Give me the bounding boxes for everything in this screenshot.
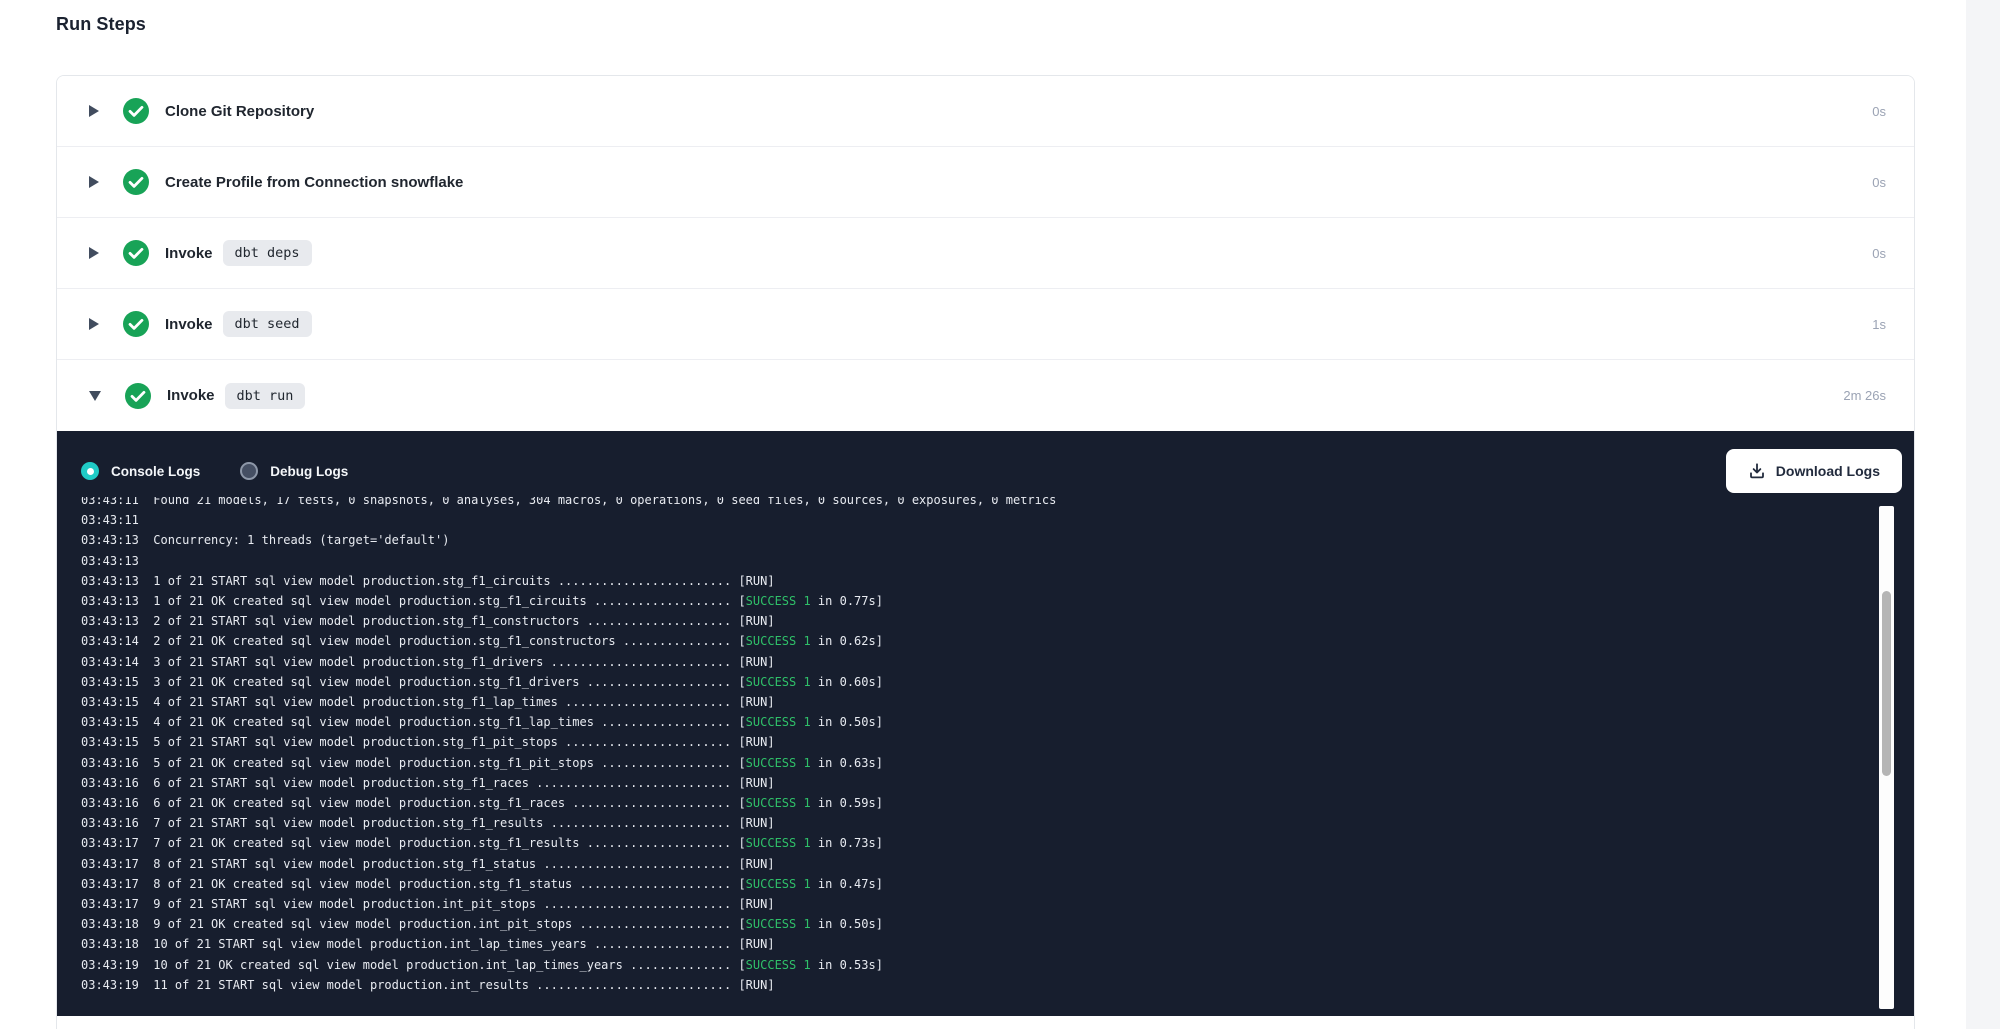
success-status-text: SUCCESS 1 [746,958,811,972]
log-line: 03:43:17 8 of 21 OK created sql view mod… [81,874,1914,894]
step-command-badge: dbt run [225,383,306,409]
step-command-badge: dbt seed [223,311,312,337]
debug-logs-radio[interactable]: Debug Logs [240,462,348,480]
success-status-text: SUCCESS 1 [746,715,811,729]
run-steps-card: Clone Git Repository 0s Create Profile f… [56,75,1915,1029]
radio-unselected-icon[interactable] [240,462,258,480]
log-line: 03:43:13 2 of 21 START sql view model pr… [81,611,1914,631]
success-status-text: SUCCESS 1 [746,675,811,689]
console-logs-label: Console Logs [111,464,200,479]
log-line: 03:43:14 3 of 21 START sql view model pr… [81,652,1914,672]
console-log-viewport[interactable]: 03:43:11 Found 21 models, 17 tests, 0 sn… [57,497,1914,1002]
step-row-invoke-dbt-deps[interactable]: Invoke dbt deps 0s [57,218,1914,289]
step-duration: 2m 26s [1843,388,1886,403]
download-icon [1748,462,1766,480]
chevron-right-icon[interactable] [89,247,99,259]
step-row-clone-git-repository[interactable]: Clone Git Repository 0s [57,76,1914,147]
step-title: Create Profile from Connection snowflake [165,174,463,191]
console-log-lines: 03:43:11 Found 21 models, 17 tests, 0 sn… [57,497,1914,995]
step-row-invoke-dbt-seed[interactable]: Invoke dbt seed 1s [57,289,1914,360]
page-title: Run Steps [56,14,146,35]
log-line: 03:43:13 1 of 21 START sql view model pr… [81,571,1914,591]
run-steps-page: Run Steps Clone Git Repository 0s Create… [0,0,2000,1029]
log-line: 03:43:16 5 of 21 OK created sql view mod… [81,753,1914,773]
success-status-text: SUCCESS 1 [746,836,811,850]
step-row-invoke-dbt-run[interactable]: Invoke dbt run 2m 26s [57,360,1914,431]
log-line: 03:43:19 11 of 21 START sql view model p… [81,975,1914,995]
success-status-text: SUCCESS 1 [746,756,811,770]
log-line: 03:43:15 3 of 21 OK created sql view mod… [81,672,1914,692]
success-check-icon [123,169,149,195]
console-log-panel: Console Logs Debug Logs Download Logs [57,431,1914,1016]
step-command-badge: dbt deps [223,240,312,266]
log-line: 03:43:18 10 of 21 START sql view model p… [81,934,1914,954]
page-right-gutter [1966,0,2000,1029]
log-line: 03:43:16 6 of 21 START sql view model pr… [81,773,1914,793]
log-line: 03:43:14 2 of 21 OK created sql view mod… [81,631,1914,651]
step-title: Clone Git Repository [165,103,314,120]
download-logs-label: Download Logs [1776,463,1880,479]
success-check-icon [123,311,149,337]
success-status-text: SUCCESS 1 [746,877,811,891]
success-status-text: SUCCESS 1 [746,594,811,608]
log-line: 03:43:13 1 of 21 OK created sql view mod… [81,591,1914,611]
log-type-radio-group: Console Logs Debug Logs [81,462,348,480]
download-logs-button[interactable]: Download Logs [1726,449,1902,493]
step-title: Invoke [165,316,213,333]
chevron-right-icon[interactable] [89,105,99,117]
scrollbar-thumb[interactable] [1882,591,1891,776]
log-line: 03:43:19 10 of 21 OK created sql view mo… [81,955,1914,975]
log-line: 03:43:17 7 of 21 OK created sql view mod… [81,833,1914,853]
log-line: 03:43:13 [81,551,1914,571]
debug-logs-label: Debug Logs [270,464,348,479]
log-line: 03:43:15 5 of 21 START sql view model pr… [81,732,1914,752]
log-line: 03:43:17 8 of 21 START sql view model pr… [81,854,1914,874]
log-line: 03:43:18 9 of 21 OK created sql view mod… [81,914,1914,934]
log-line: 03:43:15 4 of 21 START sql view model pr… [81,692,1914,712]
chevron-down-icon[interactable] [89,391,101,401]
success-status-text: SUCCESS 1 [746,917,811,931]
log-line: 03:43:16 6 of 21 OK created sql view mod… [81,793,1914,813]
chevron-right-icon[interactable] [89,318,99,330]
step-duration: 0s [1872,175,1886,190]
console-scrollbar[interactable] [1879,506,1894,1009]
log-line: 03:43:16 7 of 21 START sql view model pr… [81,813,1914,833]
log-line: 03:43:17 9 of 21 START sql view model pr… [81,894,1914,914]
log-line: 03:43:11 Found 21 models, 17 tests, 0 sn… [81,497,1914,510]
console-logs-radio[interactable]: Console Logs [81,462,200,480]
step-row-create-profile[interactable]: Create Profile from Connection snowflake… [57,147,1914,218]
console-header: Console Logs Debug Logs Download Logs [57,431,1914,493]
success-check-icon [123,240,149,266]
radio-selected-icon[interactable] [81,462,99,480]
success-check-icon [123,98,149,124]
log-line: 03:43:11 [81,510,1914,530]
step-duration: 0s [1872,104,1886,119]
step-title: Invoke [165,245,213,262]
step-title: Invoke [167,387,215,404]
success-status-text: SUCCESS 1 [746,796,811,810]
log-line: 03:43:15 4 of 21 OK created sql view mod… [81,712,1914,732]
step-duration: 0s [1872,246,1886,261]
success-check-icon [125,383,151,409]
chevron-right-icon[interactable] [89,176,99,188]
step-duration: 1s [1872,317,1886,332]
log-line: 03:43:13 Concurrency: 1 threads (target=… [81,530,1914,550]
success-status-text: SUCCESS 1 [746,634,811,648]
